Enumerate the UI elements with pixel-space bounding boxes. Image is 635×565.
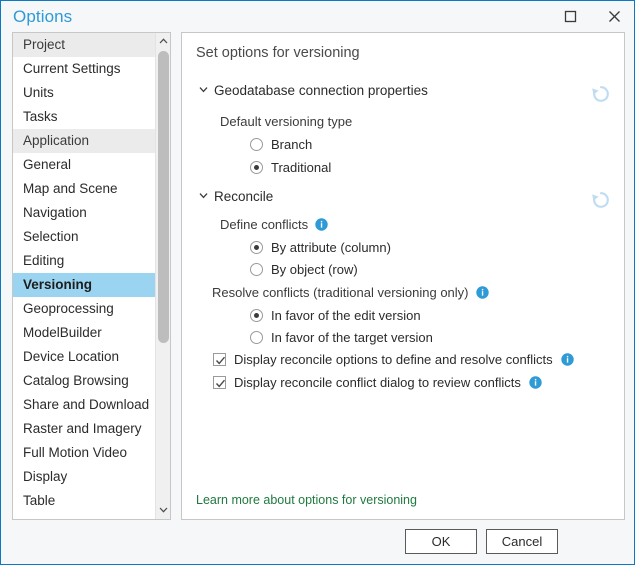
sidebar-group-application: Application <box>13 129 170 153</box>
checkbox-indicator <box>213 353 226 366</box>
sidebar-item-units[interactable]: Units <box>13 81 170 105</box>
sidebar-item-selection[interactable]: Selection <box>13 225 170 249</box>
scrollbar-thumb[interactable] <box>158 51 169 343</box>
info-icon[interactable] <box>561 353 574 366</box>
sidebar-item-current-settings[interactable]: Current Settings <box>13 57 170 81</box>
sidebar-item-map-and-scene[interactable]: Map and Scene <box>13 177 170 201</box>
radio-by-attribute-column[interactable]: By attribute (column) <box>250 240 391 255</box>
info-icon[interactable] <box>529 376 542 389</box>
maximize-button[interactable] <box>557 7 583 29</box>
radio-target-version-indicator <box>250 331 263 344</box>
radio-edit-version-indicator <box>250 309 263 322</box>
checkbox-label: Display reconcile conflict dialog to rev… <box>234 375 521 390</box>
radio-edit-version-label: In favor of the edit version <box>271 308 421 323</box>
section-title: Reconcile <box>214 189 273 204</box>
sidebar-item-editing[interactable]: Editing <box>13 249 170 273</box>
radio-branch-indicator <box>250 138 263 151</box>
chevron-up-icon <box>156 38 171 44</box>
section-header-geodatabase-connection-properties[interactable]: Geodatabase connection properties <box>199 83 428 98</box>
sidebar-item-full-motion-video[interactable]: Full Motion Video <box>13 441 170 465</box>
versioning-options-panel: Set options for versioning Geodatabase c… <box>181 32 625 520</box>
sidebar-item-geoprocessing[interactable]: Geoprocessing <box>13 297 170 321</box>
learn-more-link[interactable]: Learn more about options for versioning <box>196 493 417 507</box>
info-icon[interactable] <box>476 286 489 299</box>
sidebar-item-tasks[interactable]: Tasks <box>13 105 170 129</box>
sidebar-item-share-and-download[interactable]: Share and Download <box>13 393 170 417</box>
radio-by-object-label: By object (row) <box>271 262 358 277</box>
chevron-down-icon <box>156 507 171 513</box>
sidebar-item-display[interactable]: Display <box>13 465 170 489</box>
sidebar-item-layout[interactable]: Layout <box>13 513 170 520</box>
radio-by-attribute-label: By attribute (column) <box>271 240 391 255</box>
sidebar-item-versioning[interactable]: Versioning <box>13 273 170 297</box>
radio-by-attribute-indicator <box>250 241 263 254</box>
sidebar-item-navigation[interactable]: Navigation <box>13 201 170 225</box>
checkbox-display-reconcile-options[interactable]: Display reconcile options to define and … <box>213 352 574 367</box>
chevron-down-icon <box>199 191 208 200</box>
radio-traditional[interactable]: Traditional <box>250 160 331 175</box>
scroll-down-button[interactable] <box>156 502 171 519</box>
ok-button[interactable]: OK <box>405 529 477 554</box>
checkbox-label: Display reconcile options to define and … <box>234 352 553 367</box>
checkbox-indicator <box>213 376 226 389</box>
section-title: Geodatabase connection properties <box>214 83 428 98</box>
define-conflicts-label: Define conflicts <box>220 217 328 232</box>
maximize-icon <box>557 10 583 23</box>
scroll-up-button[interactable] <box>156 33 171 50</box>
section-header-reconcile[interactable]: Reconcile <box>199 189 273 204</box>
sidebar-item-raster-and-imagery[interactable]: Raster and Imagery <box>13 417 170 441</box>
checkbox-display-reconcile-conflict-dialog[interactable]: Display reconcile conflict dialog to rev… <box>213 375 542 390</box>
resolve-conflicts-label: Resolve conflicts (traditional versionin… <box>212 285 489 300</box>
default-versioning-type-label: Default versioning type <box>220 114 352 129</box>
dialog-title: Options <box>13 7 72 27</box>
sidebar-scrollbar[interactable] <box>155 33 170 519</box>
options-dialog: Options Project Current Settings Units T… <box>0 0 635 565</box>
page-title: Set options for versioning <box>196 45 360 61</box>
sidebar-item-modelbuilder[interactable]: ModelBuilder <box>13 321 170 345</box>
radio-traditional-label: Traditional <box>271 160 331 175</box>
options-sidebar: Project Current Settings Units Tasks App… <box>12 32 171 520</box>
radio-target-version-label: In favor of the target version <box>271 330 433 345</box>
radio-in-favor-of-target-version[interactable]: In favor of the target version <box>250 330 433 345</box>
radio-by-object-row[interactable]: By object (row) <box>250 262 358 277</box>
radio-traditional-indicator <box>250 161 263 174</box>
radio-branch-label: Branch <box>271 137 312 152</box>
radio-branch[interactable]: Branch <box>250 137 312 152</box>
cancel-button[interactable]: Cancel <box>486 529 558 554</box>
sidebar-item-general[interactable]: General <box>13 153 170 177</box>
sidebar-item-device-location[interactable]: Device Location <box>13 345 170 369</box>
reset-geodatabase-connection-properties-icon[interactable] <box>590 83 612 105</box>
sidebar-group-project: Project <box>13 33 170 57</box>
info-icon[interactable] <box>315 218 328 231</box>
sidebar-item-table[interactable]: Table <box>13 489 170 513</box>
sidebar-item-catalog-browsing[interactable]: Catalog Browsing <box>13 369 170 393</box>
chevron-down-icon <box>199 85 208 94</box>
radio-in-favor-of-edit-version[interactable]: In favor of the edit version <box>250 308 421 323</box>
close-icon <box>601 10 627 23</box>
radio-by-object-indicator <box>250 263 263 276</box>
reset-reconcile-icon[interactable] <box>590 189 612 211</box>
title-bar: Options <box>1 1 635 33</box>
close-button[interactable] <box>601 7 627 29</box>
